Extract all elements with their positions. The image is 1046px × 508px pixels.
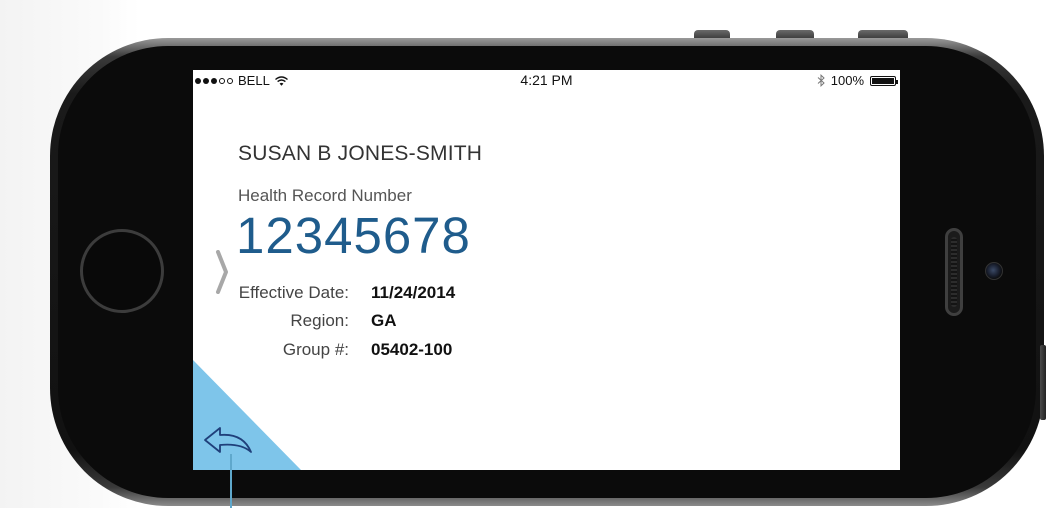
speaker-grille: [951, 237, 957, 307]
callout-line: [230, 454, 232, 508]
front-camera: [985, 262, 1003, 280]
detail-value: GA: [371, 311, 397, 330]
phone-screen: BELL 4:21 PM 100% SUSAN B JONES-SMITH He…: [193, 70, 900, 470]
earpiece-speaker: [945, 228, 963, 316]
record-number-label: Health Record Number: [238, 186, 412, 205]
detail-label: Effective Date:: [238, 283, 349, 302]
status-time: 4:21 PM: [520, 72, 573, 88]
bluetooth-icon: [817, 74, 825, 87]
chevron-left-icon[interactable]: [215, 250, 229, 294]
status-right: 100%: [817, 73, 898, 88]
battery-percent: 100%: [830, 73, 864, 88]
battery-fill: [872, 77, 894, 84]
detail-value: 05402-100: [371, 340, 453, 359]
record-number-value: 12345678: [236, 207, 471, 264]
detail-label: Region:: [290, 311, 349, 330]
detail-label: Group #:: [282, 340, 349, 359]
back-arrow-icon[interactable]: [203, 424, 255, 458]
battery-icon: [870, 75, 898, 86]
detail-value: 11/24/2014: [371, 283, 456, 302]
status-bar: BELL 4:21 PM 100%: [193, 70, 900, 90]
home-button[interactable]: [80, 229, 164, 313]
battery-tip: [896, 79, 898, 84]
member-name: SUSAN B JONES-SMITH: [238, 142, 483, 165]
phone-edge: [1040, 345, 1046, 420]
